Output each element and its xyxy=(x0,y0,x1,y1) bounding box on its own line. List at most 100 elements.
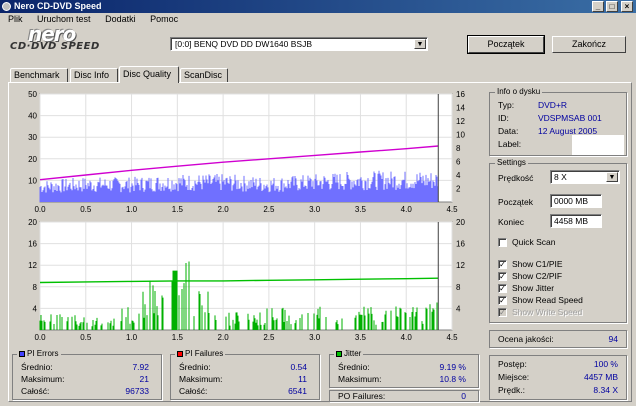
y-left-tick-label: 10 xyxy=(28,176,37,185)
y-left-tick-label: 20 xyxy=(28,155,37,164)
chevron-down-icon[interactable]: ▼ xyxy=(414,39,426,49)
pi-failures-total-value: 6541 xyxy=(288,386,307,396)
pi-errors-stats: PI Errors Średnio: 7.92 Maksimum: 21 Cał… xyxy=(12,349,162,400)
x-tick-label: 4.5 xyxy=(446,205,458,214)
exit-button[interactable]: Zakończ xyxy=(552,36,626,53)
maximize-button[interactable]: □ xyxy=(606,1,618,12)
minimize-button[interactable]: _ xyxy=(592,1,604,12)
jitter-avg-label: Średnio: xyxy=(338,362,370,372)
title-bar: Nero CD-DVD Speed _ □ × xyxy=(0,0,636,13)
y-right-tick-label: 10 xyxy=(456,131,465,140)
speed-readout-value: 8.34 X xyxy=(593,385,618,395)
x-tick-label: 0.0 xyxy=(34,333,46,342)
speed-select-value: 8 X xyxy=(554,172,567,182)
y-right-tick-label: 12 xyxy=(456,261,465,270)
jitter-avg-value: 9.19 % xyxy=(439,362,466,372)
x-tick-label: 0.5 xyxy=(80,333,92,342)
y-left-tick-label: 12 xyxy=(28,261,37,270)
y-right-tick-label: 16 xyxy=(456,240,465,249)
y-right-tick-label: 6 xyxy=(456,158,461,167)
pi-errors-max-label: Maksimum: xyxy=(21,374,65,384)
end-mb-input[interactable]: 4458 MB xyxy=(550,214,602,228)
disc-id-label: ID: xyxy=(498,113,509,123)
pi-errors-total-label: Całość: xyxy=(21,386,50,396)
y-right-tick-label: 8 xyxy=(456,283,461,292)
position-label: Miejsce: xyxy=(498,372,530,382)
menu-extras[interactable]: Dodatki xyxy=(105,14,136,24)
disc-type-label: Typ: xyxy=(498,100,515,110)
pi-errors-chart: 50 40 30 20 10 16 14 12 10 8 6 4 2 0.0 0.5 1.0 1.5 2.0 2.5… xyxy=(12,88,487,216)
x-tick-label: 3.5 xyxy=(355,333,367,342)
checkmark-icon[interactable]: ✓ xyxy=(498,260,507,269)
jitter-max-label: Maksimum: xyxy=(338,374,382,384)
tab-disc-quality[interactable]: Disc Quality xyxy=(119,66,179,83)
app-icon xyxy=(2,2,11,11)
y-right-tick-label: 8 xyxy=(456,144,461,153)
pi-errors-color-swatch xyxy=(19,350,25,357)
pi-failures-avg-label: Średnio: xyxy=(179,362,211,372)
disc-type-value: DVD+R xyxy=(538,100,568,110)
po-failures-label: PO Failures: xyxy=(338,391,386,401)
x-tick-label: 1.0 xyxy=(126,205,138,214)
menu-help[interactable]: Pomoc xyxy=(150,14,178,24)
disc-info-group: Info o dysku Typ: DVD+R ID: VDSPMSAB 001… xyxy=(489,87,627,156)
x-tick-label: 0.5 xyxy=(80,205,92,214)
x-tick-label: 3.0 xyxy=(309,205,321,214)
x-tick-label: 1.5 xyxy=(172,333,184,342)
pi-errors-avg-value: 7.92 xyxy=(132,362,149,372)
pi-errors-chart-svg: 50 40 30 20 10 16 14 12 10 8 6 4 2 0.0 0.5 1.0 1.5 2.0 2.5… xyxy=(28,90,465,214)
pi-failures-chart-svg: 20 16 12 8 4 20 16 12 8 4 0.0 0.5 1.0 1.5 2.0 2.5 3.0 3.5… xyxy=(28,218,465,342)
quality-score-box: Ocena jakości: 94 xyxy=(489,330,627,348)
tab-disc-info[interactable]: Disc Info xyxy=(70,68,118,82)
y-left-tick-label: 16 xyxy=(28,240,37,249)
pi-failures-avg-value: 0.54 xyxy=(290,362,307,372)
y-left-tick-label: 8 xyxy=(33,283,38,292)
disc-label-value xyxy=(572,135,624,155)
plot-area xyxy=(39,221,453,331)
checkmark-icon[interactable]: ✓ xyxy=(498,296,507,305)
start-mb-input[interactable]: 0000 MB xyxy=(550,194,602,208)
checkmark-icon[interactable]: ✓ xyxy=(498,284,507,293)
checkmark-icon[interactable]: ✓ xyxy=(498,272,507,281)
disc-label-label: Label: xyxy=(498,139,522,149)
jitter-title: Jitter xyxy=(334,349,364,358)
drive-select[interactable]: [0:0] BENQ DVD DD DW1640 BSJB ▼ xyxy=(170,37,428,51)
y-right-tick-label: 12 xyxy=(456,117,465,126)
pi-errors-max-value: 21 xyxy=(139,374,149,384)
menu-file[interactable]: Plik xyxy=(8,14,23,24)
y-left-tick-label: 4 xyxy=(33,304,38,313)
x-tick-label: 4.0 xyxy=(401,333,413,342)
y-right-tick-label: 16 xyxy=(456,90,465,99)
x-tick-label: 2.0 xyxy=(218,333,230,342)
y-right-tick-label: 2 xyxy=(456,185,461,194)
tab-benchmark[interactable]: Benchmark xyxy=(10,68,68,82)
show-jitter-label: Show Jitter xyxy=(512,283,555,293)
pi-failures-chart: 20 16 12 8 4 20 16 12 8 4 0.0 0.5 1.0 1.5 2.0 2.5 3.0 3.5… xyxy=(12,216,487,344)
end-mb-label: Koniec xyxy=(498,217,524,227)
position-value: 4457 MB xyxy=(583,372,618,382)
close-button[interactable]: × xyxy=(621,1,633,12)
disc-info-title: Info o dysku xyxy=(495,87,543,96)
progress-value: 100 % xyxy=(593,359,618,369)
y-right-tick-label: 4 xyxy=(456,171,461,180)
start-mb-label: Początek xyxy=(498,197,533,207)
show-read-speed-label: Show Read Speed xyxy=(512,295,583,305)
tab-scandisc[interactable]: ScanDisc xyxy=(180,68,228,82)
y-right-tick-label: 14 xyxy=(456,104,465,113)
speed-select[interactable]: 8 X ▼ xyxy=(550,170,620,184)
jitter-stats: Jitter Średnio: 9.19 % Maksimum: 10.8 % xyxy=(329,349,479,388)
x-tick-label: 1.0 xyxy=(126,333,138,342)
chevron-down-icon[interactable]: ▼ xyxy=(606,172,618,182)
x-tick-label: 4.5 xyxy=(446,333,458,342)
y-left-tick-label: 40 xyxy=(28,112,37,121)
checkbox-box[interactable] xyxy=(498,238,507,247)
jitter-max-value: 10.8 % xyxy=(439,374,466,384)
pi-errors-avg-label: Średnio: xyxy=(21,362,53,372)
settings-group: Settings Prędkość 8 X ▼ Początek 0000 MB… xyxy=(489,158,627,323)
speed-label: Prędkość xyxy=(498,173,534,183)
progress-label: Postęp: xyxy=(498,359,527,369)
y-right-tick-label: 20 xyxy=(456,218,465,227)
start-button[interactable]: Początek xyxy=(467,35,545,54)
pi-failures-stats: PI Failures Średnio: 0.54 Maksimum: 11 C… xyxy=(170,349,320,400)
po-failures-box: PO Failures: 0 xyxy=(329,390,479,402)
